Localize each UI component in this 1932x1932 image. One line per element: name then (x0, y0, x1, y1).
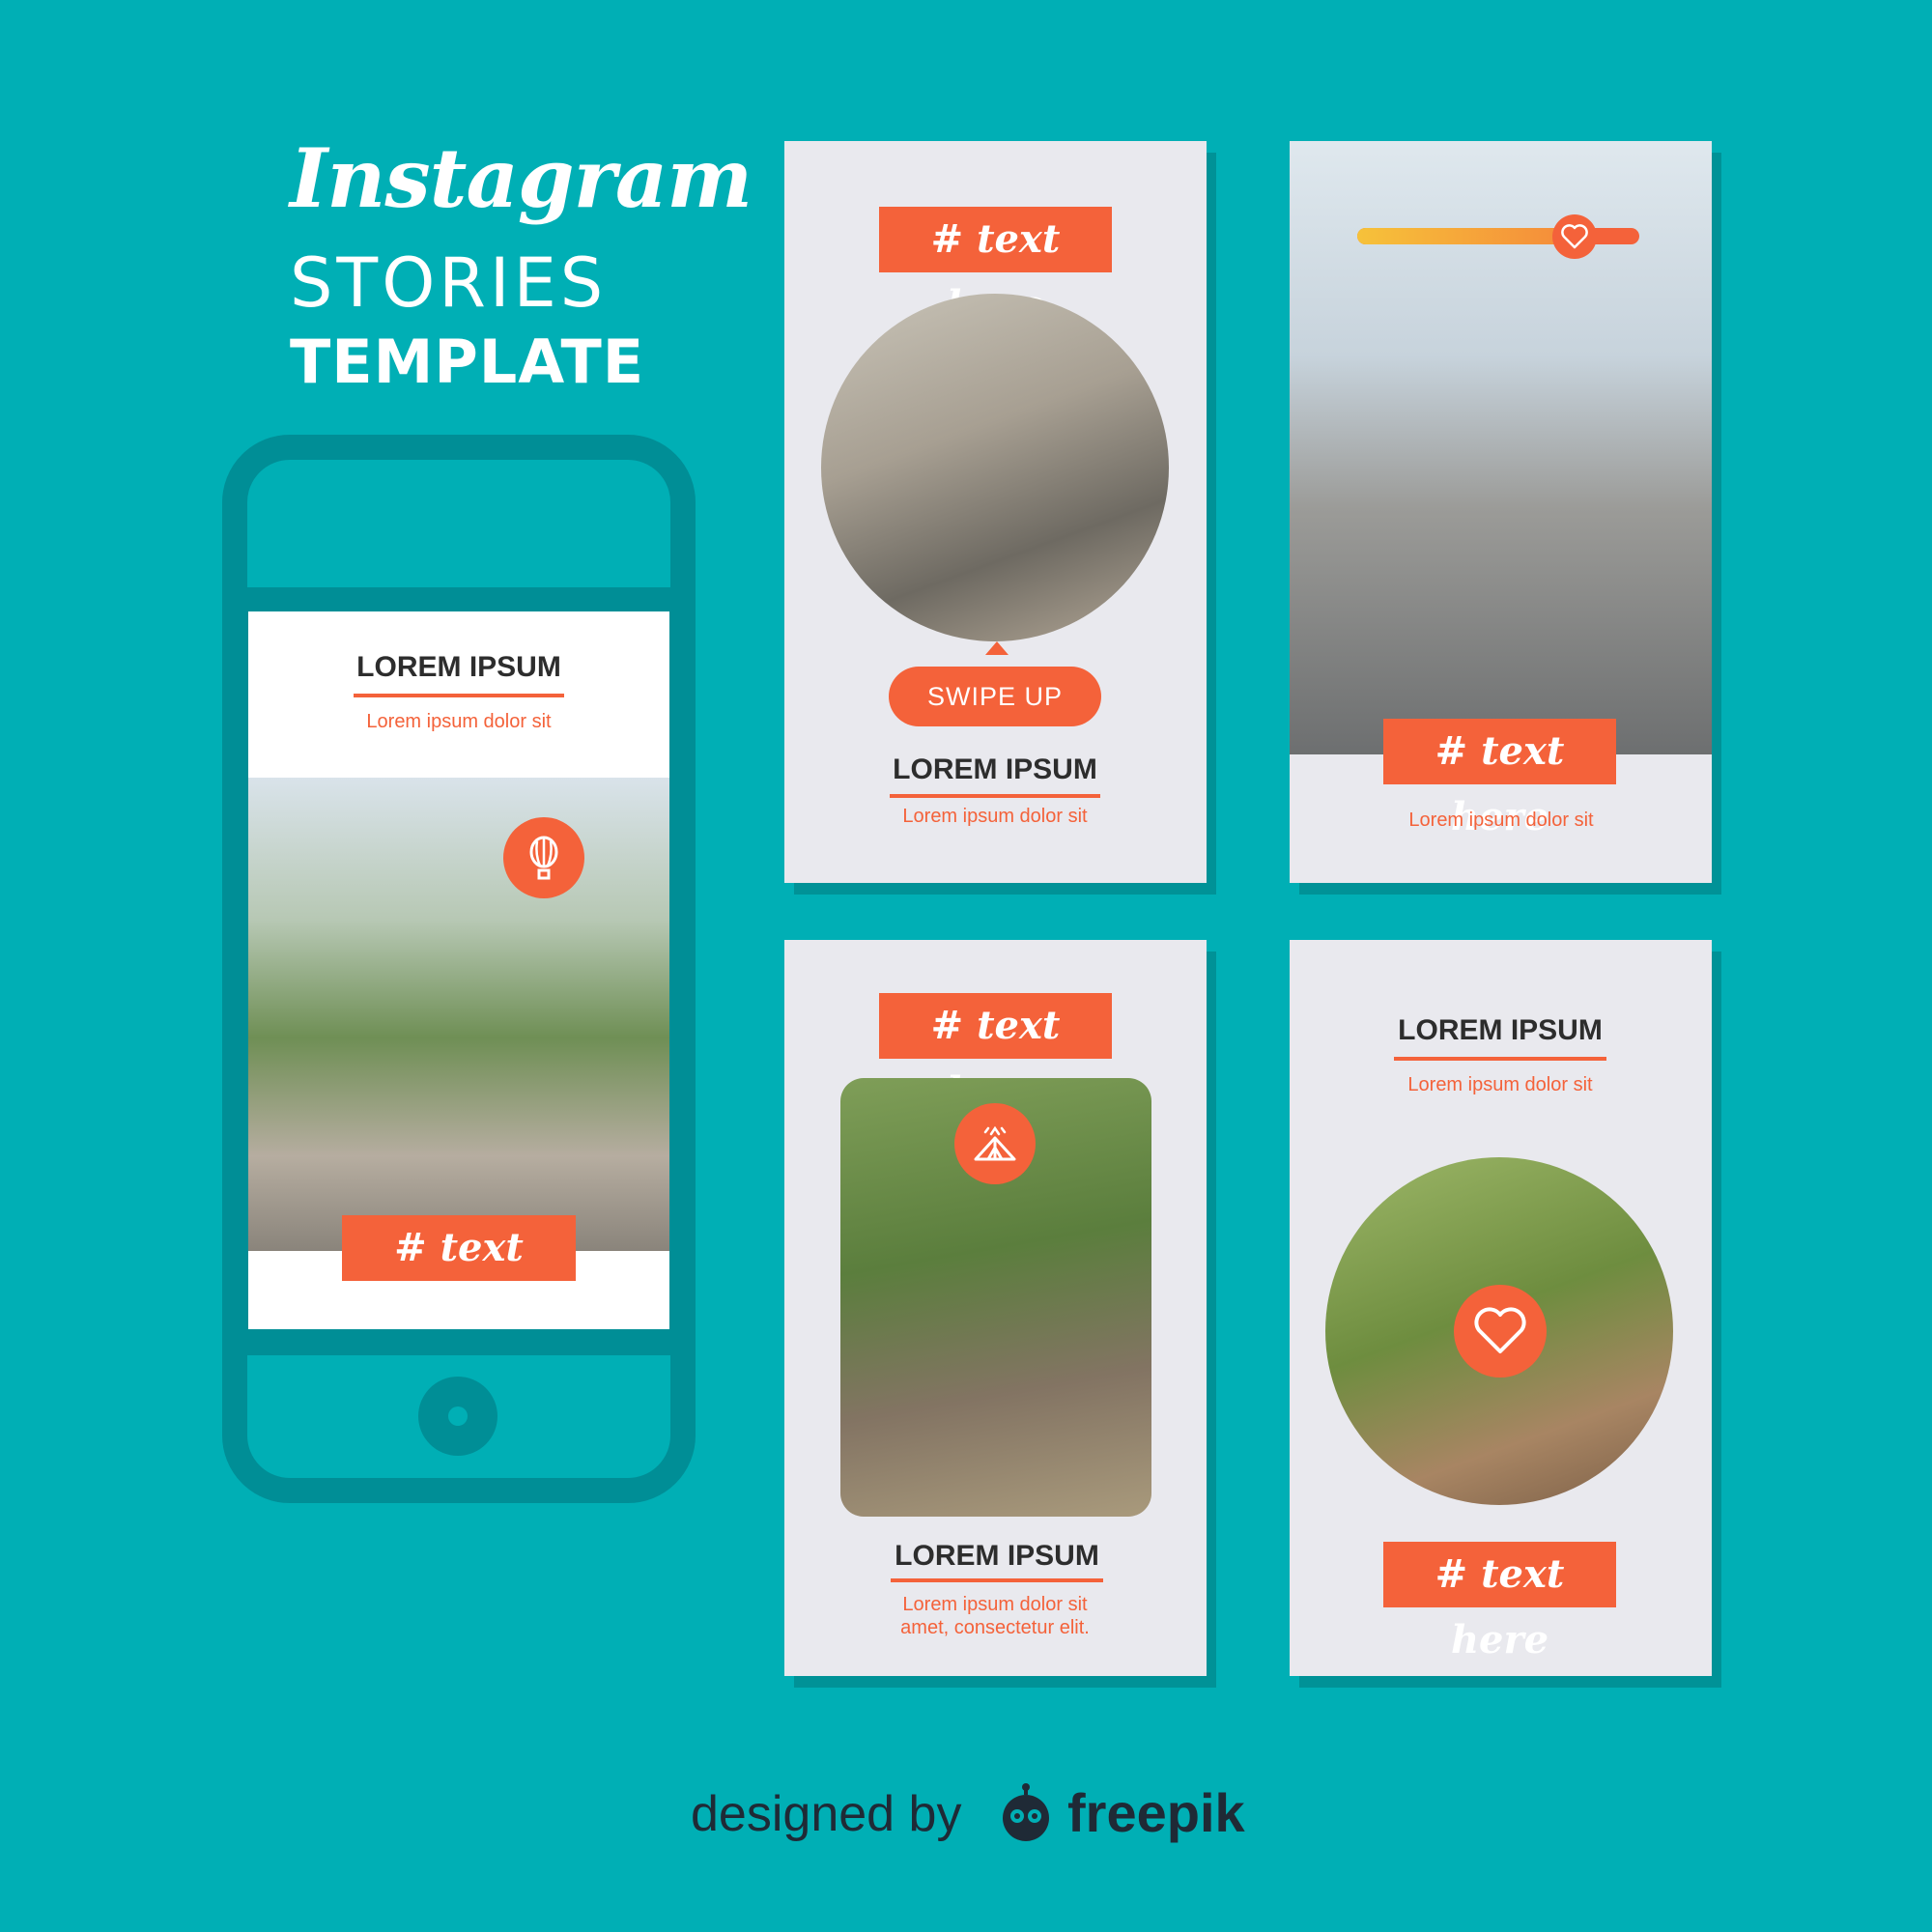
phone-subtext: Lorem ipsum dolor sit (366, 711, 552, 732)
title-template: TEMPLATE (290, 327, 645, 397)
footer-designed-by: designed by (691, 1786, 962, 1842)
card4-hashtag: # text here (1383, 1542, 1616, 1662)
card2-slider-fill (1357, 228, 1575, 244)
phone-home-button-dot (448, 1406, 468, 1426)
card4-heading-underline (1394, 1057, 1606, 1061)
heart-icon[interactable] (1551, 214, 1597, 259)
card3-hashtag: # text here (879, 993, 1112, 1114)
card4-subtext: Lorem ipsum dolor sit (1407, 1074, 1593, 1095)
freepik-logo-icon (995, 1783, 1057, 1845)
card2-subtext: Lorem ipsum dolor sit (1408, 810, 1594, 831)
card2-hashtag: # text here (1383, 719, 1616, 839)
phone-heading-underline (354, 694, 564, 697)
card3-heading-underline (891, 1578, 1103, 1582)
phone-heading: LOREM IPSUM (356, 651, 561, 683)
card1-subtext: Lorem ipsum dolor sit (902, 806, 1088, 827)
card4-heading: LOREM IPSUM (1398, 1014, 1603, 1046)
card1-hashtag: # text here (879, 207, 1112, 327)
card1-heading: LOREM IPSUM (893, 753, 1097, 785)
hot-air-balloon-icon[interactable] (503, 817, 584, 898)
title-stories: STORIES (290, 243, 608, 323)
card1-photo (821, 294, 1169, 641)
card1-heading-underline (890, 794, 1100, 798)
title-script: Instagram (290, 130, 753, 226)
card3-heading: LOREM IPSUM (895, 1540, 1099, 1572)
card3-subtext-line2: amet, consectetur elit. (900, 1617, 1090, 1638)
footer-brand: freepik (1067, 1782, 1245, 1843)
heart-icon[interactable] (1454, 1285, 1547, 1378)
swipe-up-pointer (985, 641, 1009, 655)
card3-subtext-line1: Lorem ipsum dolor sit (902, 1594, 1088, 1615)
camp-tent-icon[interactable] (954, 1103, 1036, 1184)
phone-hashtag: # text here (342, 1215, 576, 1336)
swipe-up-button[interactable]: SWIPE UP (889, 667, 1101, 726)
phone-photo (248, 778, 669, 1251)
